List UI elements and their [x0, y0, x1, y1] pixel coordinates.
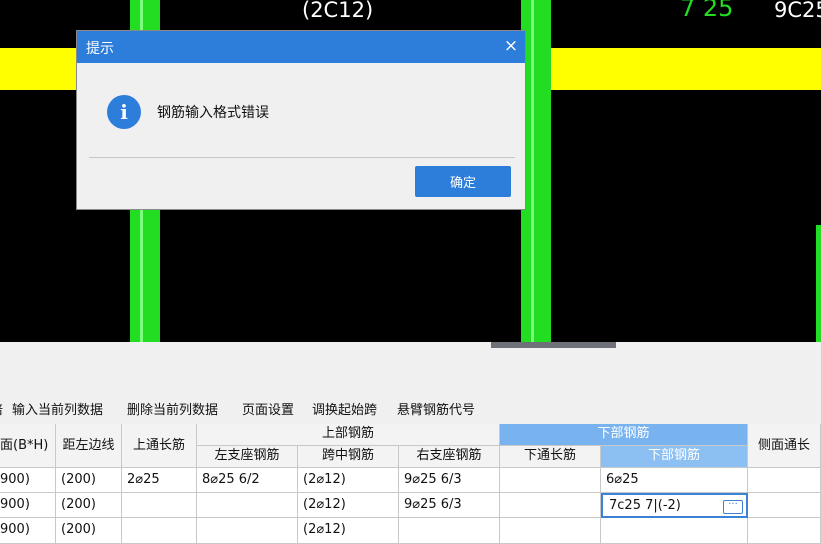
toolbar-input-column-data[interactable]: 输入当前列数据	[12, 399, 103, 418]
cell-bottom-rebar[interactable]: 6⌀25	[601, 468, 748, 493]
cell-dist-left[interactable]: (200)	[56, 493, 122, 518]
dialog-titlebar[interactable]: 提示 ×	[77, 31, 525, 63]
info-icon: i	[107, 95, 141, 129]
header-left-support[interactable]: 左支座钢筋	[197, 446, 298, 468]
cell-bottom-through[interactable]	[500, 468, 601, 493]
cell-bottom-rebar[interactable]	[601, 518, 748, 544]
toolbar-item-cut[interactable]: 倍	[0, 399, 3, 418]
edit-input-value[interactable]: 7c25 7|(-2)	[609, 495, 681, 516]
cell-bottom-rebar-editing[interactable]: 7c25 7|(-2) ···	[601, 493, 748, 518]
header-mid-span[interactable]: 跨中钢筋	[298, 446, 399, 468]
cell-side-through[interactable]	[748, 468, 821, 493]
cell-left-support[interactable]: 8⌀25 6/2	[197, 468, 298, 493]
edit-ellipsis-button[interactable]: ···	[723, 500, 743, 514]
cell-right-support[interactable]: 9⌀25 6/3	[399, 468, 500, 493]
cell-side-through[interactable]	[748, 493, 821, 518]
cell-bottom-through[interactable]	[500, 518, 601, 544]
cell-left-support[interactable]	[197, 493, 298, 518]
alert-dialog: 提示 × i 钢筋输入格式错误 确定	[76, 30, 526, 210]
cell-bottom-through[interactable]	[500, 493, 601, 518]
column-middle-edge	[531, 0, 534, 342]
cell-mid-span[interactable]: (2⌀12)	[298, 518, 399, 544]
cell-top-through[interactable]	[122, 493, 197, 518]
cell-top-through[interactable]	[122, 518, 197, 544]
header-group-upper[interactable]: 上部钢筋	[197, 424, 500, 446]
header-section[interactable]: 面(B*H)	[0, 424, 56, 468]
cad-label-center: (2C12)	[302, 0, 374, 22]
toolbar-delete-column-data[interactable]: 删除当前列数据	[127, 399, 218, 418]
cell-section[interactable]: 900)	[0, 518, 56, 544]
grid-toolbar: 倍 输入当前列数据 删除当前列数据 页面设置 调换起始跨 悬臂钢筋代号	[0, 394, 821, 420]
cell-right-support[interactable]	[399, 518, 500, 544]
cell-mid-span[interactable]: (2⌀12)	[298, 493, 399, 518]
header-dist-left[interactable]: 距左边线	[56, 424, 122, 468]
cell-dist-left[interactable]: (200)	[56, 518, 122, 544]
cad-label-right-prefix: 7 25	[680, 0, 734, 22]
toolbar-cantilever-code[interactable]: 悬臂钢筋代号	[397, 399, 475, 418]
column-right	[816, 225, 821, 342]
header-bottom-rebar[interactable]: 下部钢筋	[601, 446, 748, 468]
cell-top-through[interactable]: 2⌀25	[122, 468, 197, 493]
ok-button[interactable]: 确定	[415, 166, 511, 197]
dialog-title: 提示	[86, 41, 114, 57]
header-group-lower[interactable]: 下部钢筋	[500, 424, 748, 446]
header-bottom-through[interactable]: 下通长筋	[500, 446, 601, 468]
toolbar-swap-start-span[interactable]: 调换起始跨	[312, 399, 377, 418]
header-right-support[interactable]: 右支座钢筋	[399, 446, 500, 468]
dialog-divider	[89, 157, 515, 158]
toolbar-page-setup[interactable]: 页面设置	[242, 399, 294, 418]
header-side-through[interactable]: 侧面通长	[748, 424, 821, 468]
cell-side-through[interactable]	[748, 518, 821, 544]
cell-dist-left[interactable]: (200)	[56, 468, 122, 493]
header-top-through[interactable]: 上通长筋	[122, 424, 197, 468]
rebar-grid: 面(B*H) 距左边线 上通长筋 上部钢筋 下部钢筋 侧面通长 左支座钢筋 跨中…	[0, 424, 821, 544]
cad-label-right: 9C25	[774, 0, 821, 22]
cell-right-support[interactable]: 9⌀25 6/3	[399, 493, 500, 518]
cell-section[interactable]: 900)	[0, 468, 56, 493]
cell-left-support[interactable]	[197, 518, 298, 544]
dialog-message: 钢筋输入格式错误	[157, 105, 269, 121]
cell-section[interactable]: 900)	[0, 493, 56, 518]
close-icon[interactable]: ×	[501, 35, 521, 57]
cell-mid-span[interactable]: (2⌀12)	[298, 468, 399, 493]
